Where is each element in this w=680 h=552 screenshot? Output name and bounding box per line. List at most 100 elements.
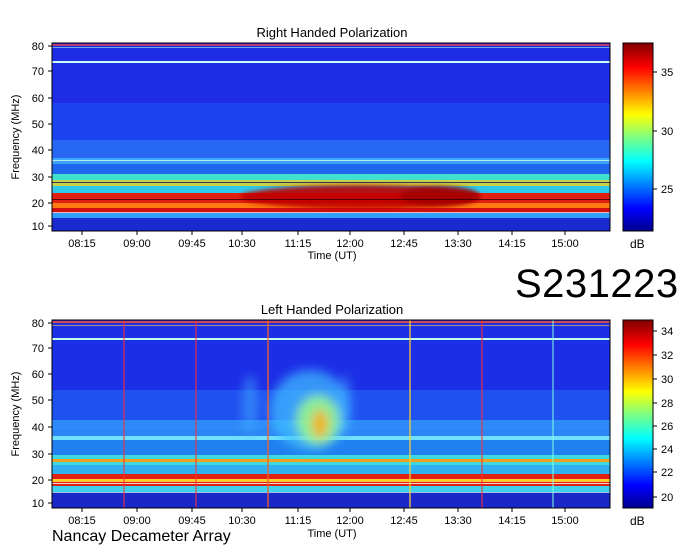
y-tick-label: 60 xyxy=(32,93,44,105)
colorbar: 20 22 24 26 28 30 32 34 dB xyxy=(622,319,673,528)
colorbar-gradient xyxy=(622,319,654,509)
colorbar-tick: 28 xyxy=(653,398,673,410)
y-tick: 50 xyxy=(32,395,52,407)
x-tick-label: 12:45 xyxy=(390,515,418,527)
y-tick-label: 80 xyxy=(32,41,44,53)
y-tick: 10 xyxy=(32,498,52,510)
x-tick-label: 11:15 xyxy=(285,238,312,250)
colorbar-tick: 26 xyxy=(653,421,673,433)
x-tick: 10:30 xyxy=(228,231,256,250)
x-tick-label: 12:00 xyxy=(336,515,364,527)
colorbar-tick: 24 xyxy=(653,444,673,456)
y-tick: 70 xyxy=(32,66,52,78)
y-tick: 30 xyxy=(32,172,52,184)
x-tick-label: 15:00 xyxy=(551,238,579,250)
y-tick-label: 40 xyxy=(32,422,44,434)
colorbar-tick: 32 xyxy=(653,350,673,362)
colorbar-gradient xyxy=(622,42,654,232)
x-tick: 09:00 xyxy=(123,508,151,527)
y-tick-label: 40 xyxy=(32,145,44,157)
x-tick-label: 14:15 xyxy=(498,515,526,527)
x-tick: 12:45 xyxy=(390,508,418,527)
y-axis: 10 20 30 40 50 60 70 80 Frequency (MHz) xyxy=(10,318,52,510)
y-tick: 60 xyxy=(32,93,52,105)
x-tick-label: 15:00 xyxy=(551,515,579,527)
colorbar-tick: 20 xyxy=(653,492,673,504)
x-tick-label: 09:00 xyxy=(123,238,151,250)
y-tick: 60 xyxy=(32,369,52,381)
x-tick: 13:30 xyxy=(444,231,472,250)
colorbar-tick-label: 34 xyxy=(661,326,673,338)
x-tick-label: 11:15 xyxy=(285,515,312,527)
y-axis-label: Frequency (MHz) xyxy=(10,372,22,457)
x-axis: 08:15 09:00 09:45 10:30 11:15 12:00 12:4… xyxy=(68,231,579,262)
x-tick-label: 13:30 xyxy=(444,238,472,250)
x-tick: 11:15 xyxy=(285,231,312,250)
y-tick-label: 70 xyxy=(32,66,44,78)
colorbar-tick-label: 30 xyxy=(661,126,673,138)
y-tick: 80 xyxy=(32,41,52,53)
x-tick-label: 13:30 xyxy=(444,515,472,527)
y-tick-label: 50 xyxy=(32,119,44,131)
colorbar-tick: 34 xyxy=(653,326,673,338)
y-tick: 20 xyxy=(32,198,52,210)
y-tick-label: 10 xyxy=(32,221,44,233)
x-tick: 12:00 xyxy=(336,231,364,250)
x-tick: 12:00 xyxy=(336,508,364,527)
colorbar-tick-label: 32 xyxy=(661,350,673,362)
colorbar-tick-label: 25 xyxy=(661,184,673,196)
y-tick: 30 xyxy=(32,449,52,461)
x-tick: 14:15 xyxy=(498,231,526,250)
panel-right-handed: Right Handed Polarization 10 20 30 40 50… xyxy=(10,25,673,262)
y-tick-label: 30 xyxy=(32,172,44,184)
y-tick: 20 xyxy=(32,475,52,487)
colorbar-tick-label: 26 xyxy=(661,421,673,433)
x-tick-label: 12:00 xyxy=(336,238,364,250)
colorbar-tick-label: 22 xyxy=(661,467,673,479)
x-tick: 09:45 xyxy=(178,508,206,527)
x-tick-label: 14:15 xyxy=(498,238,526,250)
y-tick: 70 xyxy=(32,343,52,355)
x-tick-label: 10:30 xyxy=(228,238,256,250)
instrument-name: Nancay Decameter Array xyxy=(52,528,231,545)
colorbar-tick: 30 xyxy=(653,126,673,138)
event-identifier: S231223 xyxy=(515,262,679,306)
y-tick: 40 xyxy=(32,145,52,157)
x-axis-label: Time (UT) xyxy=(307,250,356,262)
y-tick-label: 20 xyxy=(32,198,44,210)
colorbar-tick-label: 28 xyxy=(661,398,673,410)
colorbar-tick: 30 xyxy=(653,374,673,386)
colorbar-tick-label: 24 xyxy=(661,444,673,456)
x-tick-label: 09:00 xyxy=(123,515,151,527)
y-tick-label: 70 xyxy=(32,343,44,355)
x-tick: 14:15 xyxy=(498,508,526,527)
x-tick-label: 09:45 xyxy=(178,515,206,527)
y-axis-label: Frequency (MHz) xyxy=(10,95,22,180)
y-axis: 10 20 30 40 50 60 70 80 Frequency (MHz) xyxy=(10,41,52,233)
x-tick-label: 12:45 xyxy=(390,238,418,250)
y-tick-label: 10 xyxy=(32,498,44,510)
colorbar-unit: dB xyxy=(630,237,645,251)
spectrogram-image xyxy=(51,319,611,509)
y-tick-label: 30 xyxy=(32,449,44,461)
chart-title: Right Handed Polarization xyxy=(256,25,407,40)
x-tick-label: 08:15 xyxy=(68,515,96,527)
y-tick-label: 20 xyxy=(32,475,44,487)
y-tick-label: 80 xyxy=(32,318,44,330)
x-tick: 08:15 xyxy=(68,508,96,527)
y-tick: 10 xyxy=(32,221,52,233)
x-tick: 15:00 xyxy=(551,508,579,527)
x-tick-label: 10:30 xyxy=(228,515,256,527)
colorbar-tick: 25 xyxy=(653,184,673,196)
x-tick: 08:15 xyxy=(68,231,96,250)
colorbar-tick: 35 xyxy=(653,67,673,79)
x-tick-label: 08:15 xyxy=(68,238,96,250)
colorbar-unit: dB xyxy=(630,514,645,528)
y-tick: 50 xyxy=(32,119,52,131)
x-axis-label: Time (UT) xyxy=(307,528,356,540)
x-tick: 11:15 xyxy=(285,508,312,527)
colorbar-tick-label: 20 xyxy=(661,492,673,504)
chart-title: Left Handed Polarization xyxy=(261,302,403,317)
y-tick-label: 60 xyxy=(32,369,44,381)
y-tick: 80 xyxy=(32,318,52,330)
